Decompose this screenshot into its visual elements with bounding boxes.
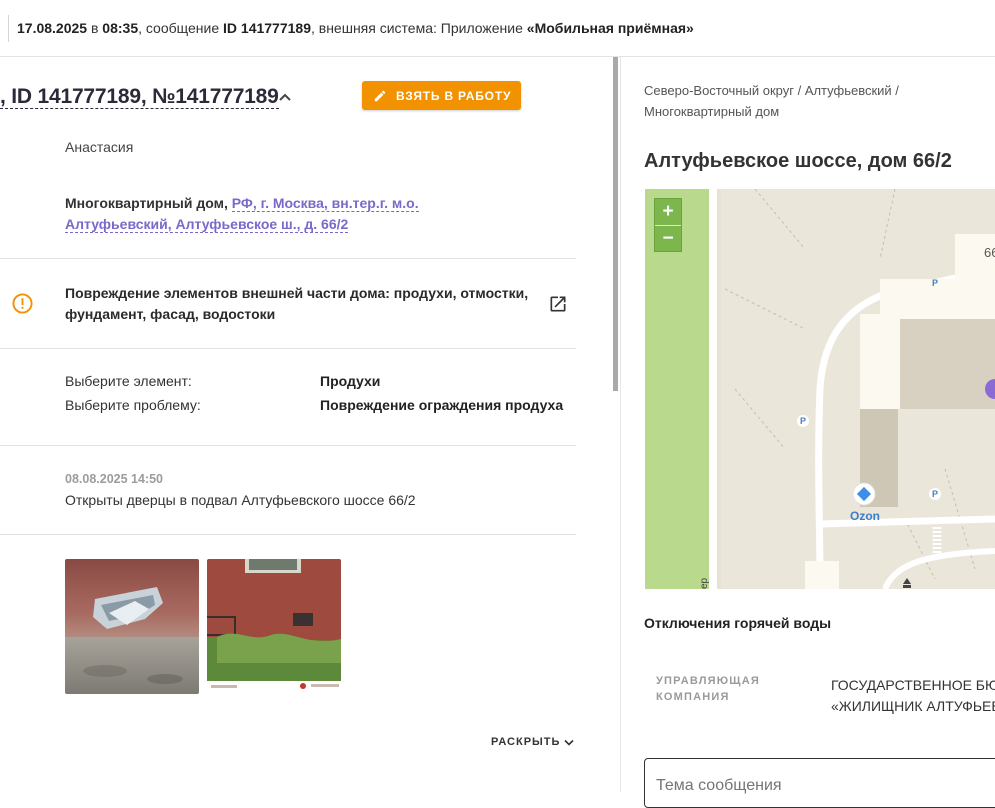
- map-house-number: 66: [984, 245, 995, 260]
- message-date: 17.08.2025: [17, 20, 88, 36]
- photo-facade-image: [207, 559, 341, 694]
- field-label-element: Выберите элемент:: [65, 373, 192, 389]
- take-to-work-button[interactable]: ВЗЯТЬ В РАБОТУ: [362, 81, 521, 110]
- comment-date: 08.08.2025 14:50: [65, 472, 164, 486]
- pencil-icon: [374, 90, 386, 101]
- parking-label-3: P: [932, 489, 938, 499]
- management-company-line-1: ГОСУДАРСТВЕННОЕ БЮДЖ: [831, 677, 995, 693]
- external-system-name: «Мобильная приёмная»: [526, 20, 694, 36]
- map-view[interactable]: P P P 66 Ozon ер + −: [645, 189, 995, 589]
- chevron-down-icon: [564, 739, 575, 746]
- section-divider: [0, 348, 576, 349]
- parking-label-1: P: [800, 416, 806, 426]
- author-name: Анастасия: [65, 139, 134, 155]
- attachment-photo-1[interactable]: [65, 559, 199, 694]
- expand-button[interactable]: РАСКРЫТЬ: [491, 736, 575, 748]
- ticket-title[interactable]: , ID 141777189, №141777189: [0, 86, 279, 109]
- map-canvas: P P P 66 Ozon ер: [645, 189, 995, 589]
- field-value-problem: Повреждение ограждения продуха: [320, 397, 564, 413]
- section-divider: [0, 534, 576, 535]
- parking-label-2: P: [932, 278, 938, 288]
- object-type: Многоквартирный дом,: [65, 195, 232, 211]
- message-at: в: [87, 20, 103, 36]
- take-to-work-label: ВЗЯТЬ В РАБОТУ: [396, 88, 512, 103]
- expand-label: РАСКРЫТЬ: [491, 736, 561, 748]
- section-divider: [0, 445, 576, 446]
- address-title: Алтуфьевское шоссе, дом 66/2: [644, 150, 952, 172]
- zoom-out-button[interactable]: −: [655, 226, 681, 252]
- message-prefix: , сообщение: [138, 20, 224, 36]
- map-poi-ozon[interactable]: Ozon: [850, 509, 880, 523]
- map-zoom-control: + −: [654, 198, 682, 252]
- warning-icon: [12, 293, 33, 314]
- message-time: 08:35: [102, 20, 139, 36]
- message-subject-field[interactable]: [644, 758, 995, 808]
- message-id: ID 141777189: [223, 20, 311, 36]
- field-label-problem: Выберите проблему:: [65, 397, 201, 413]
- system-prefix: , внешняя система: Приложение: [310, 20, 527, 36]
- management-company-label: УПРАВЛЯЮЩАЯ КОМПАНИЯ: [656, 675, 760, 703]
- zoom-in-button[interactable]: +: [655, 199, 681, 225]
- management-company-line-2: «ЖИЛИЩНИК АЛТУФЬЕВ: [831, 698, 995, 714]
- panel-divider: [620, 57, 621, 792]
- svg-text:ер: ер: [699, 577, 710, 589]
- comment-text: Открыты дверцы в подвал Алтуфьевского шо…: [65, 492, 416, 508]
- hot-water-outages-label: Отключения горячей воды: [644, 615, 832, 631]
- message-info-text: 17.08.2025 в 08:35, сообщение ID 1417771…: [17, 20, 694, 36]
- left-panel-scrollbar[interactable]: [613, 57, 618, 391]
- object-address: Многоквартирный дом, РФ, г. Москва, вн.т…: [65, 193, 525, 235]
- breadcrumb: Северо-Восточный округ / Алтуфьевский / …: [644, 83, 899, 119]
- attachment-photo-2[interactable]: [207, 559, 341, 694]
- section-divider: [0, 258, 576, 259]
- open-external-icon[interactable]: [548, 294, 568, 314]
- message-subject-input[interactable]: [656, 777, 986, 795]
- management-company-value: ГОСУДАРСТВЕННОЕ БЮДЖ «ЖИЛИЩНИК АЛТУФЬЕВ: [831, 675, 995, 717]
- chevron-up-icon[interactable]: [278, 92, 292, 102]
- field-value-element: Продухи: [320, 373, 381, 389]
- ticket-panel: , ID 141777189, №141777189 ВЗЯТЬ В РАБОТ…: [0, 57, 620, 792]
- message-info-bar: 17.08.2025 в 08:35, сообщение ID 1417771…: [0, 0, 995, 57]
- photo-vent-image: [65, 559, 199, 694]
- problem-category: Повреждение элементов внешней части дома…: [65, 285, 529, 322]
- info-bar-divider: [8, 15, 9, 42]
